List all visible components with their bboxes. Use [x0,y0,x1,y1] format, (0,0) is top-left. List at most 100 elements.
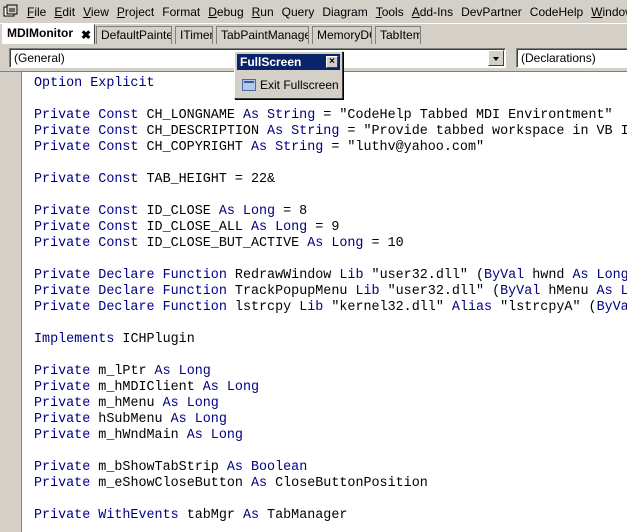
menu-item-debug[interactable]: Debug [204,3,247,21]
code-text: RedrawWindow [234,268,340,283]
code-text: = 10 [363,236,404,251]
object-combo-dropdown-icon[interactable] [488,50,504,66]
mdi-tab-strip: MDIMonitor ✖ DefaultPainter ITimer TabPaintM… [0,23,627,45]
code-text: "kernel32.dll" [331,300,452,315]
code-keyword: Private Const [34,220,147,235]
code-line: Private Const TAB_HEIGHT = 22& [34,172,627,188]
fullscreen-title-bar[interactable]: FullScreen × [237,54,340,70]
code-keyword: Private [34,460,99,475]
tab-tabitem[interactable]: TabItem [375,26,421,45]
code-keyword: As [242,508,268,523]
code-line: Private m_eShowCloseButton As CloseButto… [34,476,627,492]
code-line: Private Declare Function lstrcpy Lib "ke… [34,300,627,316]
menu-item-window[interactable]: Window [587,3,627,21]
code-keyword: Private [34,412,99,427]
code-line: Private hSubMenu As Long [34,412,627,428]
exit-fullscreen-label: Exit Fullscreen [260,78,339,92]
fullscreen-title: FullScreen [240,55,302,69]
code-text: tabMgr [186,508,243,523]
code-keyword: Lib [299,300,332,315]
menu-item-project[interactable]: Project [113,3,158,21]
code-keyword: ByVal [596,300,627,315]
exit-fullscreen-button[interactable]: Exit Fullscreen [242,76,339,94]
menu-item-add-ins[interactable]: Add-Ins [408,3,457,21]
code-text: = "CodeHelp Tabbed MDI Environtment" [315,108,613,123]
code-keyword: Private WithEvents [34,508,187,523]
code-lines: Option Explicit Private Const CH_LONGNAM… [34,76,627,524]
code-keyword: Private [34,476,99,491]
code-keyword: Private [34,380,99,395]
tab-label: TabItem [380,28,421,42]
code-keyword: As Long [170,412,227,427]
code-keyword: Private Declare Function [34,284,235,299]
code-text: TabManager [267,508,348,523]
code-text: ID_CLOSE_BUT_ACTIVE [146,236,308,251]
procedure-combo[interactable]: (Declarations) [516,48,627,68]
menu-item-devpartner[interactable]: DevPartner [457,3,526,21]
tab-memorydc[interactable]: MemoryDC [312,26,372,45]
menu-item-query[interactable]: Query [278,3,319,21]
code-line: Private m_bShowTabStrip As Boolean [34,460,627,476]
code-text: "lstrcpyA" ( [500,300,597,315]
code-keyword: Private Const [34,204,147,219]
code-text: TAB_HEIGHT = 22& [146,172,276,187]
code-keyword: Private Declare Function [34,268,235,283]
menu-item-edit[interactable]: Edit [50,3,79,21]
menu-item-file[interactable]: File [23,3,50,21]
code-text: CH_COPYRIGHT [146,140,251,155]
tab-label: MemoryDC [317,28,372,42]
code-text: CH_LONGNAME [146,108,243,123]
tab-itimer[interactable]: ITimer [175,26,213,45]
menu-item-run[interactable]: Run [248,3,278,21]
code-keyword: Private Const [34,140,147,155]
code-keyword: As Long [596,284,627,299]
tab-tabpaintmanager[interactable]: TabPaintManager [216,26,309,45]
tab-close-icon[interactable]: ✖ [81,27,91,44]
tab-mdimonitor[interactable]: MDIMonitor ✖ [2,24,95,45]
code-keyword: Private [34,396,99,411]
code-keyword: Lib [339,268,372,283]
object-combo-value: (General) [14,51,65,65]
code-text: ID_CLOSE_ALL [146,220,251,235]
code-keyword: Implements [34,332,123,347]
code-editor[interactable]: Option Explicit Private Const CH_LONGNAM… [0,71,627,532]
code-margin[interactable] [0,72,22,532]
fullscreen-toolbar: FullScreen × Exit Fullscreen [234,51,343,99]
menu-item-view[interactable]: View [79,3,113,21]
code-keyword: ByVal [500,284,549,299]
menu-item-tools[interactable]: Tools [372,3,408,21]
code-keyword: As Long [186,428,243,443]
code-keyword: Private Const [34,124,147,139]
code-keyword: As Long [162,396,219,411]
fullscreen-close-button[interactable]: × [326,56,338,68]
code-line: Private m_hMenu As Long [34,396,627,412]
code-keyword: As Long [202,380,260,395]
code-text: TrackPopupMenu [234,284,356,299]
code-text: hwnd [532,268,573,283]
procedure-combo-value: (Declarations) [521,51,596,65]
code-line: Private Const CH_LONGNAME As String = "C… [34,108,627,124]
code-keyword: Option Explicit [34,76,155,91]
code-line: Private m_hMDIClient As Long [34,380,627,396]
menu-item-diagram[interactable]: Diagram [318,3,371,21]
tab-defaultpainter[interactable]: DefaultPainter [96,26,172,45]
code-keyword: ByVal [484,268,533,283]
code-text: = "luthv@yahoo.com" [323,140,485,155]
code-keyword: As Long [572,268,627,283]
vb-app-icon[interactable] [3,4,19,20]
code-line: Implements ICHPlugin [34,332,627,348]
fullscreen-icon [242,79,256,91]
tab-label: TabPaintManager [221,28,309,42]
menu-item-format[interactable]: Format [158,3,204,21]
code-text: lstrcpy [234,300,300,315]
menu-item-codehelp[interactable]: CodeHelp [526,3,587,21]
code-text: = 8 [275,204,308,219]
code-keyword: As Long [250,220,308,235]
code-keyword: Private Declare Function [34,300,235,315]
code-keyword: As String [250,140,324,155]
